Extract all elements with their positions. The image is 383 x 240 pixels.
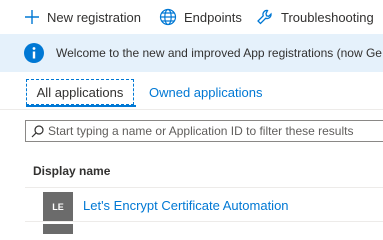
banner-message: Welcome to the new and improved App regi… <box>56 46 382 60</box>
avatar: LE <box>43 192 73 222</box>
search-box <box>25 120 383 142</box>
endpoints-label: Endpoints <box>184 9 242 25</box>
new-registration-button[interactable]: New registration <box>24 7 141 27</box>
troubleshooting-label: Troubleshooting <box>281 9 374 25</box>
column-header-display-name[interactable]: Display name <box>33 164 110 178</box>
globe-icon <box>159 8 177 26</box>
wrench-icon <box>256 8 274 26</box>
search-input[interactable] <box>48 121 383 141</box>
avatar <box>43 224 73 234</box>
endpoints-button[interactable]: Endpoints <box>159 7 242 27</box>
table-row[interactable]: LE Let's Encrypt Certificate Automation <box>25 188 383 234</box>
troubleshooting-button[interactable]: Troubleshooting <box>256 7 374 27</box>
command-bar: New registration Endpoints Troubleshooti… <box>0 0 383 34</box>
tab-all-applications[interactable]: All applications <box>26 79 134 105</box>
plus-icon <box>24 9 40 25</box>
welcome-banner: Welcome to the new and improved App regi… <box>0 34 383 72</box>
row-divider <box>25 221 383 222</box>
tabs-divider <box>0 109 383 110</box>
tab-owned-applications[interactable]: Owned applications <box>149 85 262 100</box>
info-icon <box>24 43 44 63</box>
active-tab-indicator <box>26 105 136 107</box>
app-tabs: All applications Owned applications <box>0 78 383 110</box>
app-name-link[interactable]: Let's Encrypt Certificate Automation <box>83 198 289 213</box>
new-registration-label: New registration <box>47 9 141 25</box>
